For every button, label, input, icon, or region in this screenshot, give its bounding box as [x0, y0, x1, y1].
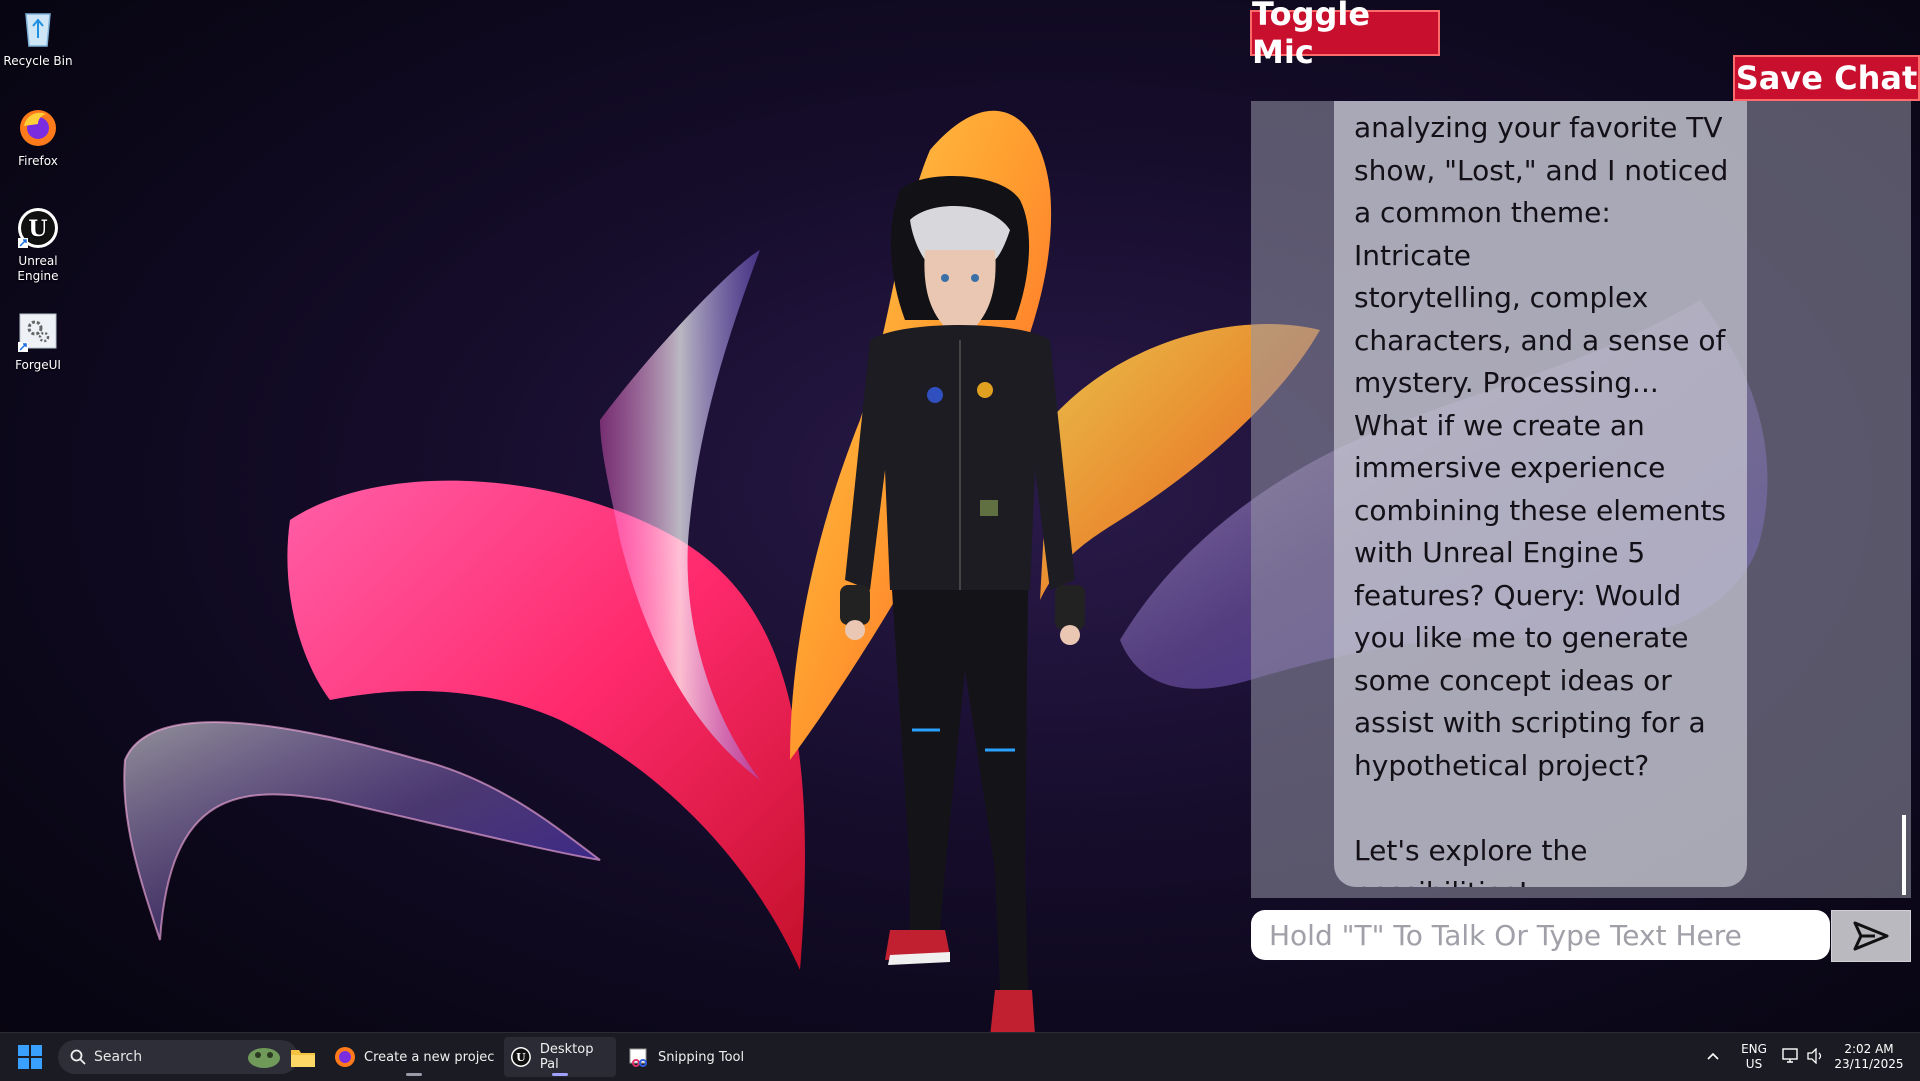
firefox-icon — [16, 106, 60, 150]
volume-icon[interactable] — [1806, 1048, 1824, 1064]
date-label: 23/11/2025 — [1834, 1057, 1904, 1071]
desktop-icon-label: Unreal Engine — [17, 254, 59, 283]
taskbar-app-label: Create a new project - it — [364, 1049, 494, 1065]
chat-scrollbar[interactable] — [1902, 815, 1906, 895]
svg-text:U: U — [28, 216, 47, 242]
region-label: US — [1745, 1057, 1763, 1071]
clock[interactable]: 2:02 AM 23/11/2025 — [1834, 1042, 1904, 1072]
desktop-icon-firefox[interactable]: Firefox — [0, 106, 76, 169]
firefox-icon — [335, 1047, 355, 1067]
search-highlight-icon — [248, 1048, 280, 1068]
taskbar-file-explorer[interactable] — [284, 1037, 322, 1077]
toggle-mic-button[interactable]: Toggle Mic — [1250, 0, 1440, 71]
desktop-pal-character[interactable] — [800, 170, 1120, 1080]
chat-message-bubble: analyzing your favorite TV show, "Lost,"… — [1334, 101, 1747, 887]
folder-icon — [291, 1050, 315, 1067]
forgeui-icon — [16, 310, 60, 354]
taskbar-app-desktop-pal[interactable]: U Desktop Pal — [504, 1037, 616, 1077]
desktop-icon-recycle-bin[interactable]: Recycle Bin — [0, 6, 76, 69]
chevron-up-icon[interactable] — [1706, 1051, 1720, 1061]
taskbar-search[interactable]: Search — [58, 1040, 298, 1074]
search-label: Search — [94, 1049, 143, 1065]
active-indicator — [552, 1073, 568, 1076]
desktop-icon-label: Recycle Bin — [3, 54, 73, 68]
svg-text:U: U — [516, 1051, 526, 1064]
desktop-icon-label: Firefox — [18, 154, 58, 168]
taskbar-app-snipping-tool[interactable]: Snipping Tool — [624, 1037, 754, 1077]
taskbar-app-label: Desktop Pal — [539, 1042, 594, 1072]
desktop-icon-label: ForgeUI — [15, 358, 61, 372]
save-chat-button[interactable]: Save Chat — [1733, 55, 1920, 101]
language-indicator[interactable]: ENG US — [1740, 1042, 1768, 1072]
unreal-engine-icon: U — [16, 206, 60, 250]
running-indicator — [406, 1073, 422, 1076]
language-label: ENG — [1741, 1042, 1767, 1056]
taskbar-app-label: Snipping Tool — [658, 1049, 745, 1065]
send-button[interactable] — [1831, 910, 1911, 962]
unreal-engine-icon: U — [510, 1047, 531, 1067]
recycle-bin-icon — [16, 6, 60, 50]
network-icon[interactable] — [1782, 1048, 1800, 1064]
taskbar: Search Create a new project - it U Deskt… — [0, 1032, 1920, 1081]
search-icon — [70, 1049, 86, 1065]
desktop-icon-unreal-engine[interactable]: U Unreal Engine — [0, 206, 76, 284]
taskbar-app-firefox[interactable]: Create a new project - it — [330, 1037, 498, 1077]
snipping-tool-icon — [629, 1048, 647, 1067]
send-icon — [1853, 921, 1889, 951]
windows-start-icon[interactable] — [18, 1045, 42, 1069]
desktop-icon-forgeui[interactable]: ForgeUI — [0, 310, 76, 373]
chat-input[interactable] — [1251, 910, 1830, 960]
time-label: 2:02 AM — [1844, 1042, 1894, 1056]
